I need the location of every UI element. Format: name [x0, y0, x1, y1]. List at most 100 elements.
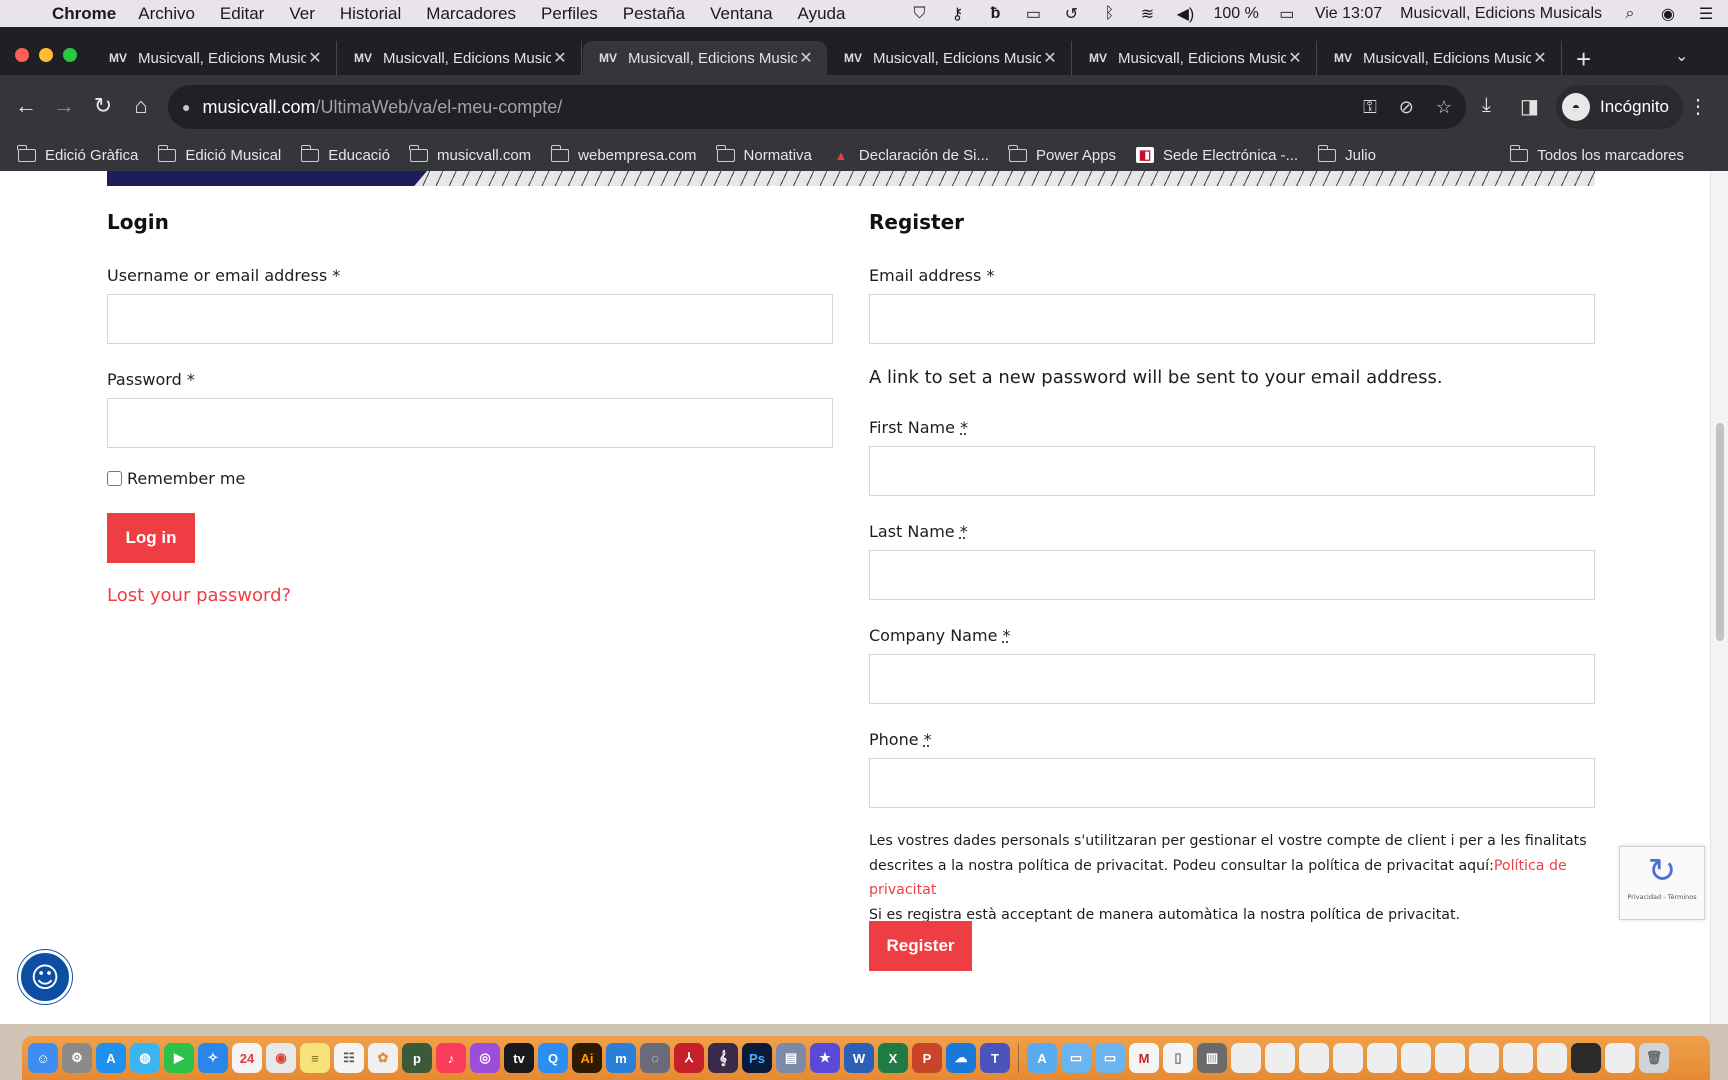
- document-icon[interactable]: ▯: [1163, 1043, 1193, 1073]
- music-icon[interactable]: ♪: [436, 1043, 466, 1073]
- tracking-protection-eye-icon[interactable]: ⊘: [1399, 97, 1414, 118]
- username-input[interactable]: [107, 294, 833, 344]
- applications-folder-icon[interactable]: A: [1027, 1043, 1057, 1073]
- finder-icon[interactable]: ☺: [28, 1043, 58, 1073]
- time-machine-icon[interactable]: ↺: [1061, 4, 1081, 24]
- bookmark-webempresa[interactable]: webempresa.com: [550, 144, 697, 164]
- minimize-window-button[interactable]: [39, 48, 53, 62]
- reminders-icon[interactable]: ☷: [334, 1043, 364, 1073]
- photos-app-icon[interactable]: p: [402, 1043, 432, 1073]
- scrollbar-thumb[interactable]: [1716, 423, 1724, 641]
- email-input[interactable]: [869, 294, 1595, 344]
- onedrive-icon[interactable]: ☁: [946, 1043, 976, 1073]
- airplay-icon[interactable]: ▭: [1023, 4, 1043, 24]
- chrome-icon[interactable]: ◉: [266, 1043, 296, 1073]
- imovie-star-icon[interactable]: ★: [810, 1043, 840, 1073]
- app-menu-chrome[interactable]: Chrome: [52, 4, 116, 24]
- minimized-window-9[interactable]: [1503, 1043, 1533, 1073]
- musescore-icon[interactable]: m: [606, 1043, 636, 1073]
- zoom-window-button[interactable]: [63, 48, 77, 62]
- calendar-icon[interactable]: 24: [232, 1043, 262, 1073]
- minimized-window-11[interactable]: [1571, 1043, 1601, 1073]
- log-in-button[interactable]: Log in: [107, 513, 195, 563]
- tab-close-icon[interactable]: ✕: [1531, 48, 1549, 68]
- bookmark-normativa[interactable]: Normativa: [715, 144, 812, 164]
- close-window-button[interactable]: [15, 48, 29, 62]
- clock[interactable]: Vie 13:07: [1315, 5, 1382, 23]
- phone-input[interactable]: [869, 758, 1595, 808]
- minimized-window-5[interactable]: [1367, 1043, 1397, 1073]
- notes-icon[interactable]: ≡: [300, 1043, 330, 1073]
- tab-close-icon[interactable]: ✕: [1286, 48, 1304, 68]
- quicktime-icon[interactable]: Q: [538, 1043, 568, 1073]
- minimized-window-10[interactable]: [1537, 1043, 1567, 1073]
- siri-icon[interactable]: ◉: [1658, 4, 1678, 24]
- facetime-icon[interactable]: ▶: [164, 1043, 194, 1073]
- forward-arrow-icon[interactable]: →: [50, 93, 78, 119]
- spotlight-search-icon[interactable]: ⌕: [1620, 5, 1640, 23]
- bookmark-musicvall[interactable]: musicvall.com: [409, 144, 531, 164]
- bookmark-power-apps[interactable]: Power Apps: [1008, 144, 1116, 164]
- app-store-icon[interactable]: A: [96, 1043, 126, 1073]
- system-settings-icon[interactable]: ⚙: [62, 1043, 92, 1073]
- menu-ventana[interactable]: Ventana: [710, 4, 772, 24]
- preview-icon[interactable]: ◌: [640, 1043, 670, 1073]
- bookmark-julio[interactable]: Julio: [1317, 144, 1376, 164]
- excel-icon[interactable]: X: [878, 1043, 908, 1073]
- tab-3-active[interactable]: MV Musicvall, Edicions Musicals ✕: [583, 41, 827, 75]
- downloads-folder-icon[interactable]: ▭: [1095, 1043, 1125, 1073]
- word-icon[interactable]: W: [844, 1043, 874, 1073]
- acrobat-icon[interactable]: ⅄: [674, 1043, 704, 1073]
- trash-icon[interactable]: 🗑: [1639, 1043, 1669, 1073]
- back-arrow-icon[interactable]: ←: [12, 93, 40, 119]
- image-capture-icon[interactable]: ▤: [776, 1043, 806, 1073]
- tab-close-icon[interactable]: ✕: [1041, 48, 1059, 68]
- menu-historial[interactable]: Historial: [340, 4, 401, 24]
- incognito-profile-button[interactable]: ◓ Incógnito: [1556, 85, 1683, 129]
- bookmark-declaracion[interactable]: ▲ Declaración de Si...: [832, 147, 989, 164]
- tab-close-icon[interactable]: ✕: [306, 48, 324, 68]
- documents-folder-icon[interactable]: ▭: [1061, 1043, 1091, 1073]
- battery-icon[interactable]: ▭: [1277, 4, 1297, 24]
- wifi-icon[interactable]: ≋: [1137, 4, 1157, 24]
- address-bar[interactable]: ● musicvall.com /UltimaWeb/va/el-meu-com…: [168, 85, 1466, 129]
- chrome-menu-kebab-icon[interactable]: ⋮: [1688, 94, 1708, 119]
- remember-me-label[interactable]: Remember me: [127, 469, 245, 488]
- tab-4[interactable]: MV Musicvall, Edicions Musicals ✕: [828, 41, 1072, 75]
- messages-icon[interactable]: ◍: [130, 1043, 160, 1073]
- minimized-window-3[interactable]: [1299, 1043, 1329, 1073]
- first-name-input[interactable]: [869, 446, 1595, 496]
- home-icon[interactable]: ⌂: [127, 93, 155, 119]
- musicvall-doc-icon[interactable]: M: [1129, 1043, 1159, 1073]
- remember-me-checkbox[interactable]: [107, 471, 122, 486]
- printer-icon[interactable]: ▥: [1197, 1043, 1227, 1073]
- b-app-icon[interactable]: ƀ: [985, 5, 1005, 23]
- bookmark-educacio[interactable]: Educació: [300, 144, 390, 164]
- reload-icon[interactable]: ↻: [89, 93, 117, 119]
- illustrator-icon[interactable]: Ai: [572, 1043, 602, 1073]
- photos-icon[interactable]: ✿: [368, 1043, 398, 1073]
- site-info-lock-icon[interactable]: ●: [182, 99, 190, 115]
- tab-search-chevron-icon[interactable]: ⌄: [1675, 46, 1688, 66]
- recaptcha-badge[interactable]: ↻ Privacidad - Términos: [1619, 846, 1705, 920]
- photoshop-icon[interactable]: Ps: [742, 1043, 772, 1073]
- podcasts-icon[interactable]: ◎: [470, 1043, 500, 1073]
- tab-close-icon[interactable]: ✕: [551, 48, 569, 68]
- minimized-window-1[interactable]: [1231, 1043, 1261, 1073]
- teams-icon[interactable]: T: [980, 1043, 1010, 1073]
- tab-2[interactable]: MV Musicvall, Edicions Musicals ✕: [338, 41, 582, 75]
- minimized-window-6[interactable]: [1401, 1043, 1431, 1073]
- bookmark-edicio-musical[interactable]: Edició Musical: [157, 144, 281, 164]
- menu-marcadores[interactable]: Marcadores: [426, 4, 516, 24]
- key-icon[interactable]: ⚷: [947, 4, 967, 24]
- menu-archivo[interactable]: Archivo: [138, 4, 195, 24]
- bookmark-star-icon[interactable]: ☆: [1436, 97, 1452, 118]
- minimized-window-12[interactable]: [1605, 1043, 1635, 1073]
- last-name-input[interactable]: [869, 550, 1595, 600]
- page-scrollbar[interactable]: [1710, 171, 1728, 1024]
- sibelius-icon[interactable]: 𝄞: [708, 1043, 738, 1073]
- minimized-window-7[interactable]: [1435, 1043, 1465, 1073]
- bookmark-edicio-grafica[interactable]: Edició Gràfica: [17, 144, 138, 164]
- minimized-window-8[interactable]: [1469, 1043, 1499, 1073]
- apple-tv-icon[interactable]: tv: [504, 1043, 534, 1073]
